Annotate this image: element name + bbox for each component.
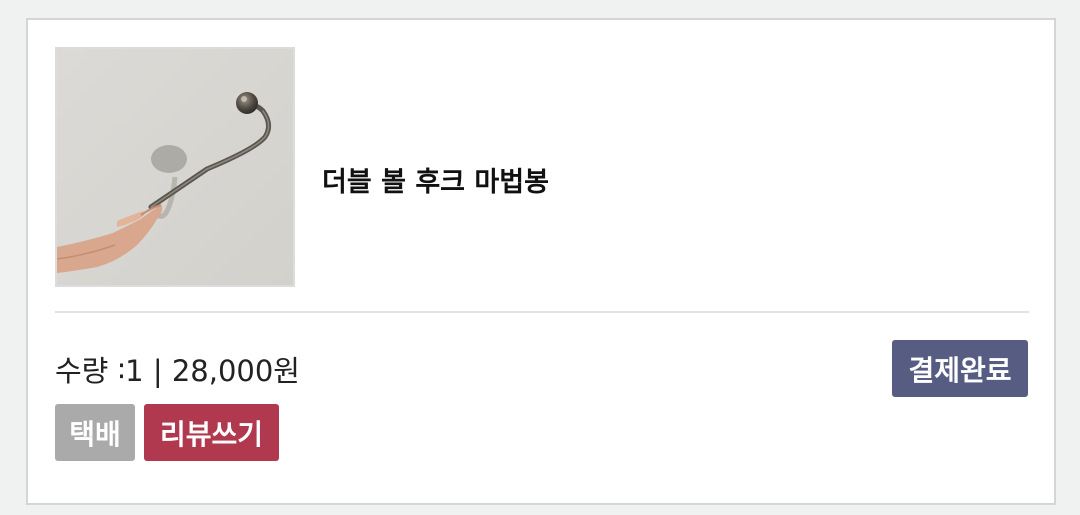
order-summary: 수량 ∶1 | 28,000원 bbox=[55, 348, 300, 390]
quantity-label: 수량 bbox=[55, 354, 109, 388]
delivery-button[interactable]: 택배 bbox=[55, 404, 135, 461]
write-review-button[interactable]: 리뷰쓰기 bbox=[144, 404, 279, 461]
order-item-card: 더블 볼 후크 마법봉 수량 ∶1 | 28,000원 결제완료 택배 리뷰쓰기 bbox=[26, 18, 1056, 505]
price-divider: | bbox=[152, 354, 163, 388]
product-thumbnail[interactable] bbox=[55, 47, 295, 287]
section-divider bbox=[55, 311, 1029, 313]
quantity-value: 1 bbox=[125, 354, 144, 388]
product-image bbox=[57, 49, 293, 285]
product-name[interactable]: 더블 볼 후크 마법봉 bbox=[322, 160, 549, 199]
payment-status-badge: 결제완료 bbox=[892, 340, 1028, 397]
price-value: 28,000원 bbox=[171, 354, 300, 388]
